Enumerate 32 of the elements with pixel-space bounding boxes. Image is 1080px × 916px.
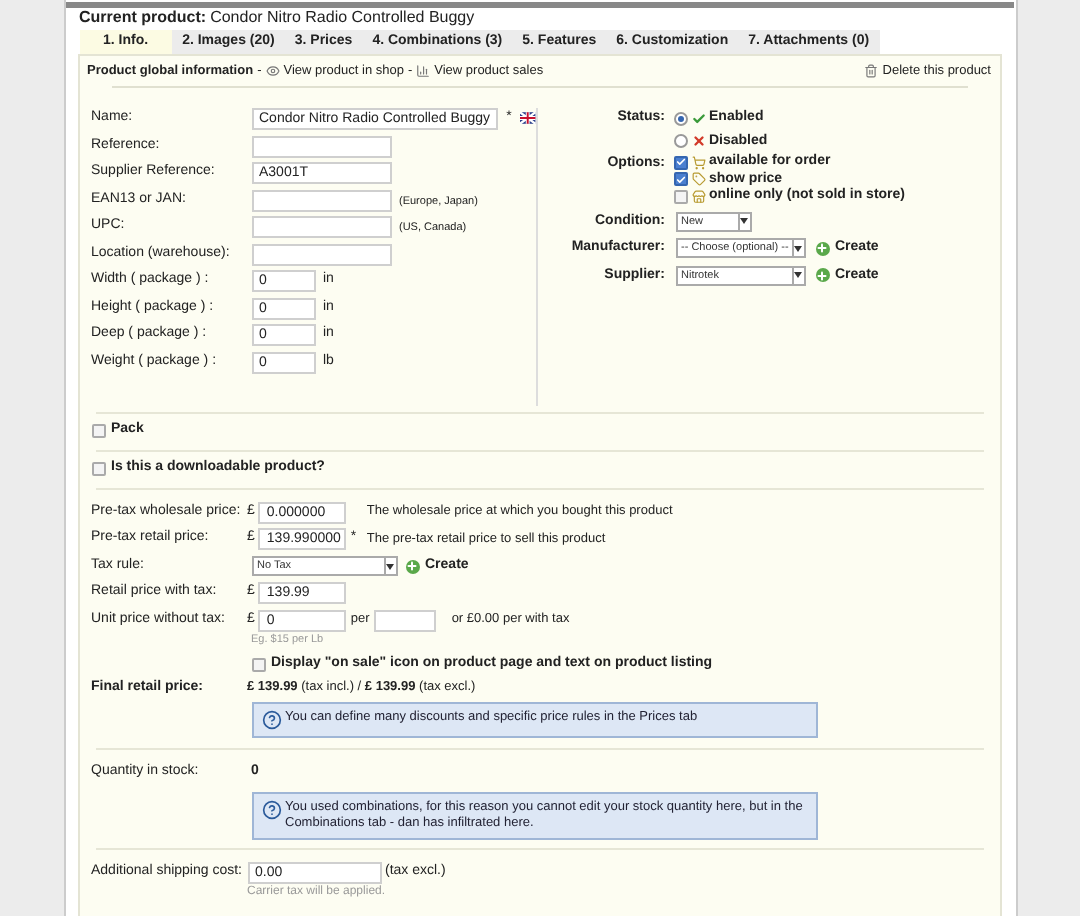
text-field[interactable] [251, 189, 391, 211]
checkbox[interactable] [673, 189, 687, 204]
radio-button[interactable] [673, 134, 687, 149]
cart-icon [691, 155, 705, 170]
current-product-label: Current product: [79, 6, 207, 30]
help-icon [261, 710, 281, 731]
help-icon [261, 799, 281, 820]
text-field[interactable] [251, 216, 391, 238]
chart-icon [416, 64, 431, 78]
add-icon [405, 559, 419, 573]
tag-icon [691, 172, 705, 187]
checkbox[interactable] [91, 424, 105, 438]
checkbox[interactable] [673, 172, 687, 187]
unit-field[interactable] [373, 609, 436, 631]
check-icon [691, 111, 705, 126]
trash-icon [864, 64, 879, 78]
caret-icon [791, 240, 803, 257]
text-field[interactable] [251, 135, 391, 157]
add-icon [815, 268, 829, 283]
caret-icon [737, 213, 749, 230]
text-field[interactable] [251, 243, 391, 265]
caret-icon [791, 267, 803, 284]
view-icon [265, 64, 280, 78]
add-icon [815, 241, 829, 256]
caret-icon [383, 558, 395, 574]
checkbox[interactable] [673, 155, 687, 170]
checkbox[interactable] [251, 657, 265, 671]
product-name: Condor Nitro Radio Controlled Buggy [210, 6, 475, 30]
store-icon [691, 189, 705, 204]
cross-icon [691, 134, 705, 149]
radio-button[interactable] [673, 111, 687, 126]
checkbox[interactable] [91, 462, 105, 476]
